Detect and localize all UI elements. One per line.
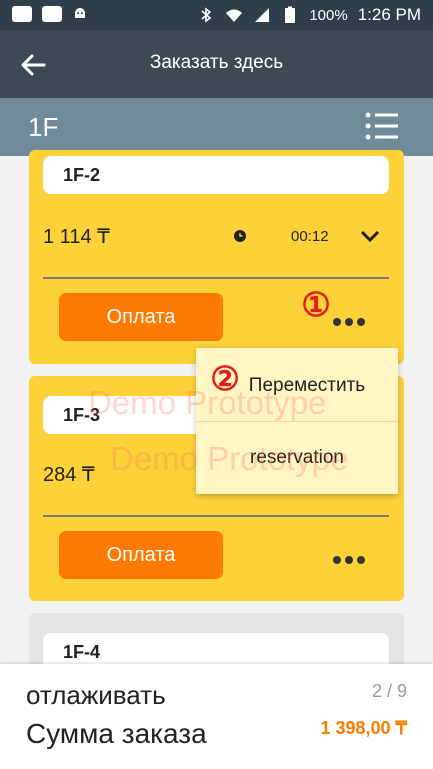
table-amount: 284 ₸ bbox=[43, 464, 95, 486]
pay-button[interactable]: Оплата bbox=[59, 531, 223, 579]
pay-button[interactable]: Оплата bbox=[59, 293, 223, 341]
more-options-icon[interactable] bbox=[333, 316, 369, 328]
annotation-marker-1: ① bbox=[301, 286, 331, 323]
table-name: 1F-2 bbox=[43, 156, 389, 194]
bluetooth-icon bbox=[201, 7, 212, 23]
list-view-icon[interactable] bbox=[365, 111, 399, 141]
status-bar: 100% 1:26 PM bbox=[0, 0, 433, 30]
order-sum-label: Сумма заказа bbox=[26, 718, 207, 749]
app-bar: Заказать здесь bbox=[0, 30, 433, 98]
more-options-icon[interactable] bbox=[333, 554, 369, 566]
message-icon bbox=[12, 6, 32, 22]
back-arrow-icon[interactable] bbox=[16, 48, 50, 82]
divider bbox=[43, 277, 389, 279]
page-indicator: 2 / 9 bbox=[371, 681, 407, 701]
signal-icon bbox=[255, 8, 270, 22]
notification-icon bbox=[42, 6, 62, 22]
clock: 1:26 PM bbox=[357, 5, 421, 24]
floor-name[interactable]: 1F bbox=[28, 112, 58, 143]
floor-bar: 1F bbox=[0, 98, 433, 156]
chevron-down-icon[interactable] bbox=[359, 228, 381, 244]
order-summary-bar: отлаживать 2 / 9 Сумма заказа 1 398,00 ₸ bbox=[0, 664, 433, 769]
notification-icons bbox=[12, 6, 88, 22]
table-card[interactable]: 1F-2 1 114 ₸ 00:12 Оплата ① bbox=[29, 150, 404, 364]
wifi-icon bbox=[226, 9, 243, 22]
page-title: Заказать здесь bbox=[149, 52, 284, 73]
options-popup: Переместить reservation ② bbox=[196, 348, 398, 494]
android-icon bbox=[72, 6, 88, 22]
order-sum-value: 1 398,00 ₸ bbox=[320, 718, 407, 738]
annotation-marker-2: ② bbox=[210, 360, 240, 397]
system-icons: 100% 1:26 PM bbox=[197, 5, 421, 25]
clock-icon bbox=[234, 230, 246, 242]
menu-item-reservation[interactable]: reservation bbox=[196, 422, 398, 494]
table-timer: 00:12 bbox=[291, 228, 329, 245]
battery-icon bbox=[285, 6, 296, 23]
divider bbox=[43, 515, 389, 517]
battery-level: 100% bbox=[309, 6, 348, 24]
table-amount: 1 114 ₸ bbox=[43, 226, 110, 248]
debug-label[interactable]: отлаживать bbox=[26, 680, 166, 711]
